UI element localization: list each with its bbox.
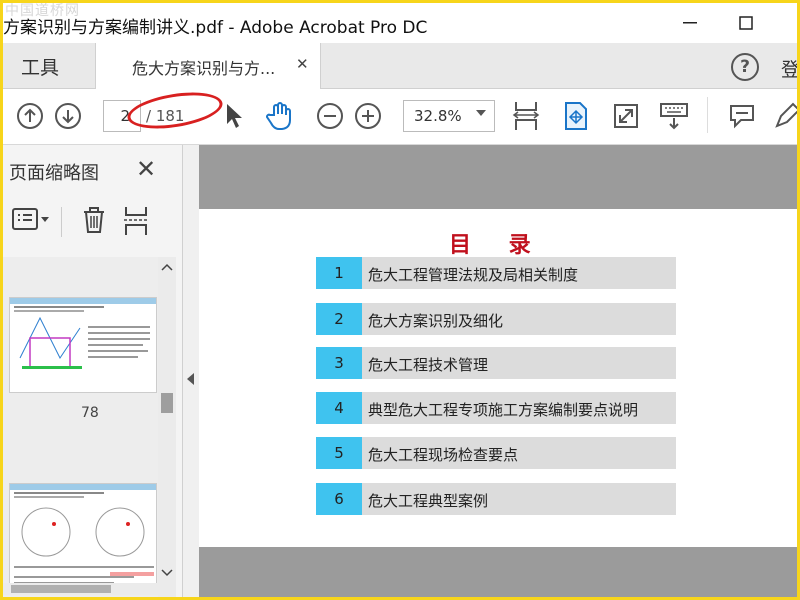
tab-document[interactable]: 危大方案识别与方... ✕ xyxy=(95,43,321,89)
page-thumbnail-image xyxy=(10,298,156,369)
toc-item-number: 2 xyxy=(316,303,362,335)
zoom-out-button[interactable] xyxy=(315,101,345,131)
zoom-in-button[interactable] xyxy=(353,101,383,131)
expand-icon xyxy=(614,104,638,128)
extract-page-button[interactable] xyxy=(123,205,149,241)
pen-icon xyxy=(775,102,797,128)
toc-item-text: 典型危大工程专项施工方案编制要点说明 xyxy=(368,401,639,419)
main-toolbar: 2 / 181 32.8% xyxy=(3,89,797,145)
toc-item-text: 危大工程典型案例 xyxy=(368,492,489,510)
toc-item: 3 危大工程技术管理 xyxy=(316,347,676,379)
maximize-button[interactable] xyxy=(731,11,761,35)
thumbnail-page-label: 78 xyxy=(81,405,99,421)
next-page-button[interactable] xyxy=(53,101,83,131)
hand-icon xyxy=(266,102,291,130)
chevron-up-icon[interactable] xyxy=(158,259,176,275)
list-options-icon xyxy=(12,208,49,230)
toc-item-text: 危大工程技术管理 xyxy=(368,356,489,374)
scroll-page-icon xyxy=(512,102,540,130)
full-screen-button[interactable] xyxy=(611,101,641,131)
help-icon[interactable]: ? xyxy=(731,53,759,81)
document-view[interactable]: 目 录 1 危大工程管理法规及局相关制度 2 危大方案识别及细化 3 危大工程技… xyxy=(199,145,797,597)
close-panel-icon[interactable]: ✕ xyxy=(136,155,156,183)
toc-item-number: 1 xyxy=(316,257,362,289)
toc-item-text: 危大工程管理法规及局相关制度 xyxy=(368,266,579,284)
comment-button[interactable] xyxy=(727,101,757,131)
collapse-arrow-icon xyxy=(187,373,194,385)
title-bar: 方案识别与方案编制讲义.pdf - Adobe Acrobat Pro DC 中… xyxy=(3,3,797,43)
panel-title: 页面缩略图 xyxy=(9,163,99,184)
arrow-up-circle-icon xyxy=(17,103,43,129)
minus-circle-icon xyxy=(317,103,343,129)
pdf-page: 目 录 1 危大工程管理法规及局相关制度 2 危大方案识别及细化 3 危大工程技… xyxy=(199,209,797,547)
toc-item-text: 危大方案识别及细化 xyxy=(368,312,504,330)
toc-item: 4 典型危大工程专项施工方案编制要点说明 xyxy=(316,392,676,424)
acrobat-window: 方案识别与方案编制讲义.pdf - Adobe Acrobat Pro DC 中… xyxy=(0,0,800,600)
chevron-down-icon[interactable] xyxy=(158,565,176,581)
toc-item: 1 危大工程管理法规及局相关制度 xyxy=(316,257,676,289)
select-tool-button[interactable] xyxy=(219,101,249,131)
vertical-scroll-thumb[interactable] xyxy=(161,393,173,413)
hand-tool-button[interactable] xyxy=(265,101,295,131)
thumbnail-page-next[interactable] xyxy=(9,483,157,593)
page-thumbnail-image xyxy=(10,484,156,584)
maximize-icon xyxy=(739,16,753,30)
thumbnail-page-78[interactable] xyxy=(9,297,157,393)
tab-bar: 工具 危大方案识别与方... ✕ ? 登 xyxy=(3,43,797,89)
chevron-down-icon xyxy=(476,110,486,116)
panel-toolbar xyxy=(3,201,183,241)
zoom-select[interactable]: 32.8% xyxy=(403,100,495,132)
fit-page-icon xyxy=(565,102,587,130)
watermark: 中国道桥网 xyxy=(5,3,80,19)
delete-page-button[interactable] xyxy=(81,205,107,239)
close-tab-icon[interactable]: ✕ xyxy=(296,55,309,73)
zoom-value: 32.8% xyxy=(414,107,462,125)
toolbar-divider xyxy=(707,97,708,133)
tab-tools[interactable]: 工具 xyxy=(21,53,59,80)
horizontal-scroll-thumb[interactable] xyxy=(11,585,111,593)
scroll-mode-button[interactable] xyxy=(511,101,541,131)
toc-item-number: 5 xyxy=(316,437,362,469)
document-tab-label: 危大方案识别与方... xyxy=(132,59,276,78)
panel-divider xyxy=(61,207,62,237)
minimize-button[interactable] xyxy=(675,11,705,35)
toc-item-text: 危大工程现场检查要点 xyxy=(368,446,519,464)
plus-circle-icon xyxy=(355,103,381,129)
previous-page-button[interactable] xyxy=(15,101,45,131)
trash-icon xyxy=(84,207,104,233)
keyboard-icon xyxy=(660,103,688,130)
panel-options-button[interactable] xyxy=(11,205,51,237)
toc-item-number: 4 xyxy=(316,392,362,424)
keyboard-button[interactable] xyxy=(659,101,689,131)
toc-item: 2 危大方案识别及细化 xyxy=(316,303,676,335)
panel-collapse-handle[interactable] xyxy=(183,145,199,597)
fit-page-button[interactable] xyxy=(561,101,591,131)
toc-item-number: 6 xyxy=(316,483,362,515)
cursor-arrow-icon xyxy=(227,104,242,128)
highlight-button[interactable] xyxy=(771,101,797,131)
minimize-icon xyxy=(683,22,697,24)
toc-title: 目 录 xyxy=(449,233,532,258)
toc-item: 6 危大工程典型案例 xyxy=(316,483,676,515)
toc-item-number: 3 xyxy=(316,347,362,379)
toc-item: 5 危大工程现场检查要点 xyxy=(316,437,676,469)
split-page-icon xyxy=(124,207,148,235)
comment-icon xyxy=(730,105,754,129)
sign-in-button[interactable]: 登 xyxy=(781,55,797,82)
vertical-scrollbar[interactable] xyxy=(158,257,176,597)
horizontal-scrollbar[interactable] xyxy=(3,583,158,595)
thumbnail-list: 78 xyxy=(3,257,158,597)
page-thumbnails-panel: 页面缩略图 ✕ 78 xyxy=(3,145,183,597)
arrow-down-circle-icon xyxy=(55,103,81,129)
